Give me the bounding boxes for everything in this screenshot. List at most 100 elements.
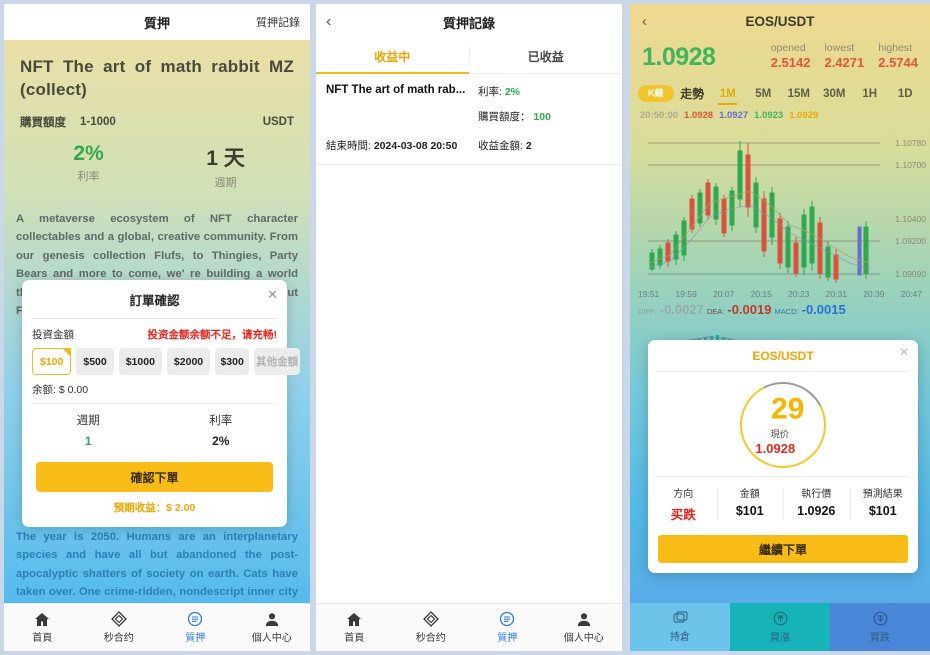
nav-item-home[interactable]: 首頁: [4, 604, 81, 651]
nav-item-stake[interactable]: 質押: [469, 604, 546, 651]
amount-chip-1000[interactable]: $1000: [118, 348, 162, 375]
opened-label: opened: [770, 42, 806, 54]
ohlc-high: 1.0927: [719, 110, 749, 121]
down-icon: [873, 611, 888, 626]
up-icon: [773, 611, 788, 626]
time-tick-5: 20:23: [788, 289, 810, 299]
close-icon[interactable]: ✕: [267, 287, 278, 303]
amount-chip-custom[interactable]: 其他金額: [254, 348, 301, 375]
tab-earning[interactable]: 收益中: [316, 40, 469, 74]
nav-label-home: 首頁: [32, 632, 53, 644]
tab-1m[interactable]: 1M: [711, 83, 745, 105]
record-quota-value: 100: [533, 111, 551, 123]
countdown-ring-wrap: 29 現价 1.0928: [648, 370, 918, 480]
amount-chip-100[interactable]: $100: [32, 348, 72, 375]
nav-item-contract[interactable]: 秒合约: [393, 604, 470, 651]
ohlc-readout: 20:50:00 1.0928 1.0927 1.0923 1.0929: [630, 107, 930, 121]
nav-label-buy-down: 買跌: [870, 632, 890, 644]
macd-diff-value: -0.0027: [659, 302, 704, 317]
amount-chip-3000[interactable]: $300: [215, 348, 250, 375]
record-rate-value: 2%: [504, 86, 521, 98]
modal-header: 訂單確認 ✕: [22, 280, 287, 318]
record-name: NFT The art of math rab...: [326, 84, 466, 96]
panel2-bottom-nav: 首頁 秒合约 質押 個人中心: [316, 603, 622, 651]
record-left: NFT The art of math rab...: [326, 84, 476, 124]
product-stats: 2% 利率 1 天 週期: [20, 142, 294, 190]
order-forecast: 預測結果 $101: [849, 485, 917, 523]
modal-rate: 利率 2%: [155, 412, 288, 448]
product-description-2: The year is 2050. Humans are an interpla…: [16, 531, 298, 599]
tab-30m[interactable]: 30M: [818, 83, 852, 105]
ticker-row: 1.0928 opened 2.5142 lowest 2.4271 highe…: [630, 38, 930, 74]
lowest-stat: lowest 2.4271: [824, 42, 864, 70]
ohl-group: opened 2.5142 lowest 2.4271 highest 2.57…: [771, 42, 918, 72]
record-right: 利率: 2% 購買額度： 100: [476, 84, 612, 124]
quota-row: 購買額度 1-1000 USDT: [20, 114, 294, 130]
nav-label-profile: 個人中心: [251, 632, 292, 644]
modal3-header: EOS/USDT ✕: [648, 340, 918, 371]
lowest-label: lowest: [824, 42, 855, 54]
nav-item-buy-down[interactable]: 買跌: [830, 603, 930, 651]
phone-panel-records: ‹ 質押記錄 收益中 已收益 NFT The art of math rab..…: [316, 4, 622, 651]
record-bottom: 結束時間: 2024-03-08 20:50 收益金額: 2: [326, 138, 612, 153]
contract-icon: [110, 611, 127, 627]
order-exec-price: 執行價 1.0926: [783, 485, 850, 523]
home-icon: [34, 612, 50, 627]
nav-item-stake[interactable]: 質押: [157, 604, 234, 651]
period-caption: 週期: [214, 176, 237, 189]
confirm-order-button[interactable]: 確認下單: [36, 462, 273, 492]
nav-item-buy-up[interactable]: 買漲: [730, 603, 830, 651]
record-rate-label: 利率:: [478, 86, 502, 98]
continue-order-button[interactable]: 繼續下單: [658, 535, 908, 563]
amount-chip-500[interactable]: $500: [76, 348, 114, 375]
panel3-bottom-nav: 持倉 買漲 買跌: [630, 603, 930, 651]
modal-period-value: 1: [84, 434, 92, 448]
tab-earned[interactable]: 已收益: [470, 40, 623, 73]
quota-value: 1-1000: [80, 115, 116, 128]
timeframe-selector: K線 走勢 1M 5M 15M 30M 1H 1D: [630, 74, 930, 107]
order-amount-label: 金額: [739, 489, 760, 500]
nav-item-contract[interactable]: 秒合约: [81, 604, 158, 651]
tab-1d[interactable]: 1D: [889, 83, 923, 105]
chart-area[interactable]: 1.10780 1.10700 1.10400 1.09200 1.09090 …: [630, 121, 930, 603]
table-row[interactable]: NFT The art of math rab... 利率: 2% 購買額度： …: [316, 74, 622, 165]
order-exec-price-value: 1.0926: [797, 504, 836, 518]
time-axis: 19:51 19:59 20:07 20:15 20:23 20:31 20:3…: [630, 289, 930, 299]
product-name: NFT The art of math rabbit MZ (collect): [20, 57, 294, 99]
macd-diff-label: DIFF:: [638, 307, 657, 316]
record-quota-label: 購買額度：: [478, 111, 531, 123]
order-confirm-modal: 訂單確認 ✕ 投資金額 投资金额余额不足，请充畅! $100 $500 $100…: [22, 280, 301, 527]
time-tick-1: 19:51: [638, 289, 660, 299]
modal-title: 訂單確認: [129, 294, 180, 308]
highest-label: highest: [878, 42, 913, 54]
amount-label: 投資金額: [32, 329, 74, 341]
macd-dea-label: DEA:: [706, 307, 725, 316]
stake-records-link[interactable]: 質押記錄: [256, 14, 300, 30]
nav-item-profile[interactable]: 個人中心: [234, 604, 311, 651]
record-quota: 購買額度： 100: [478, 109, 612, 124]
tab-1h[interactable]: 1H: [853, 83, 887, 105]
close-icon[interactable]: ✕: [899, 345, 909, 359]
amount-chip-2000[interactable]: $2000: [166, 348, 211, 375]
nav-item-positions[interactable]: 持倉: [630, 603, 730, 651]
macd-dea-value: -0.0019: [727, 302, 772, 317]
rate-caption: 利率: [77, 170, 100, 183]
currency-label: USDT: [262, 115, 294, 128]
kline-toggle-button[interactable]: K線: [638, 84, 674, 103]
panel3-header: ‹ EOS/USDT: [630, 4, 930, 38]
record-endtime-label: 結束時間:: [326, 140, 371, 152]
order-amount-value: $101: [735, 504, 764, 518]
tab-15m[interactable]: 15M: [782, 83, 816, 105]
nav-item-profile[interactable]: 個人中心: [546, 604, 623, 651]
macd-readout: DIFF: -0.0027 DEA: -0.0019 MACD: -0.0015: [630, 301, 930, 317]
tab-trend[interactable]: 走勢: [676, 80, 710, 107]
modal-period: 週期 1: [22, 412, 155, 448]
nav-label-contract: 秒合约: [103, 633, 134, 644]
time-tick-3: 20:07: [713, 289, 735, 299]
price-axis-label-2: 1.10700: [895, 160, 926, 170]
price-axis-label-3: 1.10400: [895, 214, 926, 224]
modal-period-caption: 週期: [76, 415, 100, 427]
tab-5m[interactable]: 5M: [747, 83, 781, 105]
price-axis-label-5: 1.09090: [895, 269, 926, 279]
nav-item-home[interactable]: 首頁: [316, 604, 393, 651]
